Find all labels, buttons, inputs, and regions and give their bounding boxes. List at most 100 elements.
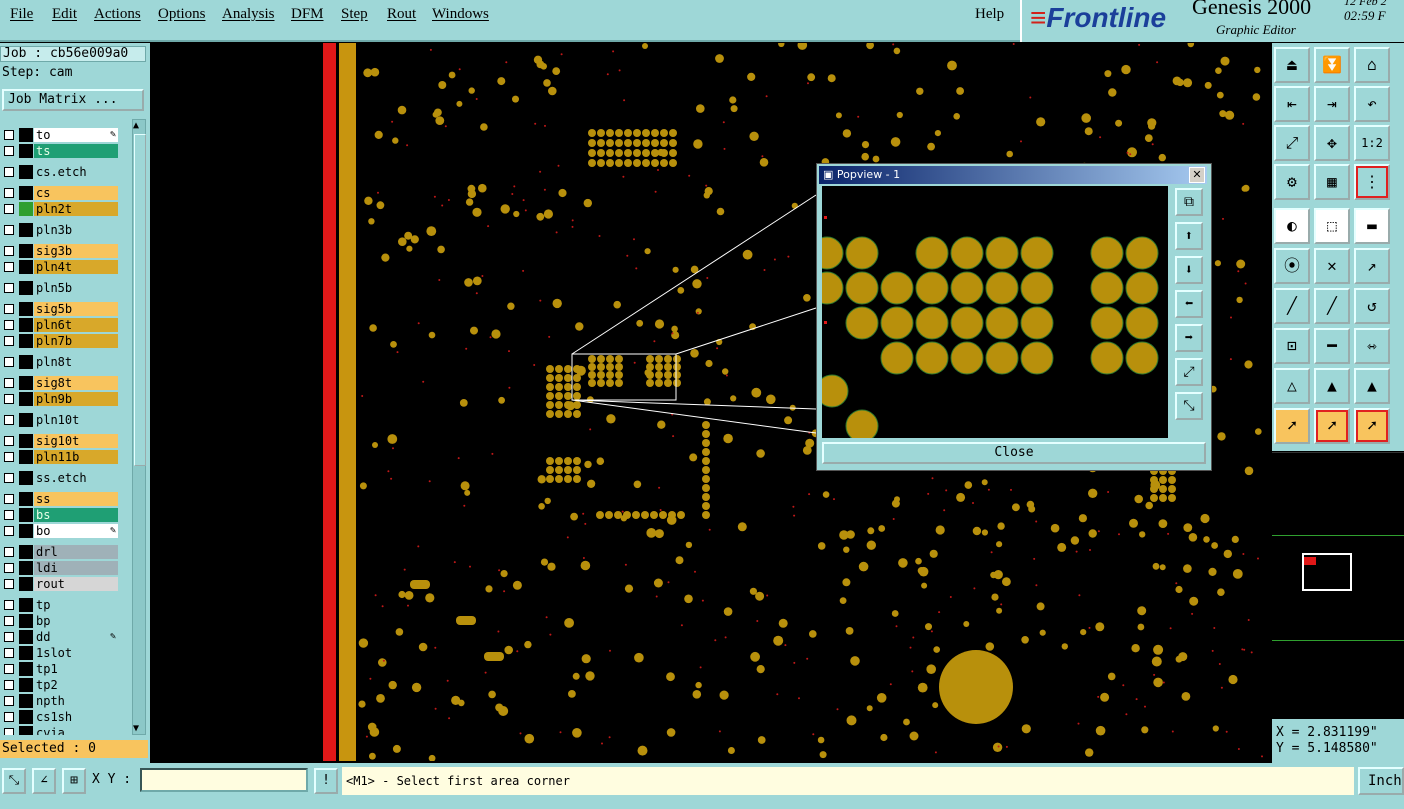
triangle-b-icon[interactable]: ▲ — [1354, 368, 1390, 404]
alert-button[interactable]: ! — [314, 768, 338, 794]
layer-name[interactable]: ss.etch — [34, 471, 118, 485]
layer-name[interactable]: bo ✎ — [34, 524, 118, 538]
layer-checkbox[interactable] — [4, 394, 14, 404]
layer-checkbox[interactable] — [4, 320, 14, 330]
menu-windows[interactable]: Windows — [432, 6, 489, 23]
layer-checkbox[interactable] — [4, 547, 14, 557]
layer-checkbox[interactable] — [4, 336, 14, 346]
node-icon[interactable]: ⦿ — [1274, 248, 1310, 284]
point-icon[interactable]: ↗ — [1354, 248, 1390, 284]
layer-name[interactable]: pln3b — [34, 223, 118, 237]
layer-row[interactable]: cvia — [0, 725, 120, 735]
layer-checkbox[interactable] — [4, 146, 14, 156]
layer-checkbox[interactable] — [4, 473, 14, 483]
layer-row[interactable]: sig3b — [0, 243, 120, 259]
menu-file[interactable]: File — [10, 6, 33, 23]
layer-checkbox[interactable] — [4, 415, 14, 425]
layer-row[interactable]: bp — [0, 613, 120, 629]
select-shield-icon[interactable]: ➚ — [1354, 408, 1390, 444]
menu-options[interactable]: Options — [158, 6, 206, 23]
pan-down-icon[interactable]: ⬇ — [1175, 256, 1203, 284]
layer-name[interactable]: ts — [34, 144, 118, 158]
measure-icon[interactable]: ∠ — [32, 768, 56, 794]
layer-checkbox[interactable] — [4, 188, 14, 198]
layer-row[interactable]: npth — [0, 693, 120, 709]
scroll-thumb[interactable] — [134, 134, 146, 466]
layer-row[interactable]: ldi — [0, 560, 120, 576]
layer-name[interactable]: ss — [34, 492, 118, 506]
layer-row[interactable]: cs1sh — [0, 709, 120, 725]
close-icon[interactable]: ✕ — [1189, 167, 1205, 183]
grid-icon[interactable]: ⊞ — [62, 768, 86, 794]
layer-name[interactable]: cs1sh — [34, 710, 118, 724]
zoom-out-icon[interactable]: ⤡ — [1175, 392, 1203, 420]
layer-row[interactable]: tp1 — [0, 661, 120, 677]
fit-view-icon[interactable]: ⧉ — [1175, 188, 1203, 216]
layer-checkbox[interactable] — [4, 378, 14, 388]
layer-name[interactable]: npth — [34, 694, 118, 708]
layer-row[interactable]: rout — [0, 576, 120, 592]
layer-row[interactable]: ts — [0, 143, 120, 159]
layer-checkbox[interactable] — [4, 262, 14, 272]
layer-checkbox[interactable] — [4, 696, 14, 706]
menu-actions[interactable]: Actions — [94, 6, 141, 23]
layer-name[interactable]: tp2 — [34, 678, 118, 692]
window-left-icon[interactable]: ⇤ — [1274, 86, 1310, 122]
layer-name[interactable]: sig10t — [34, 434, 118, 448]
scroll-down-icon[interactable]: ▼ — [133, 723, 139, 734]
layer-name[interactable]: pln6t — [34, 318, 118, 332]
units-button[interactable]: Inch — [1358, 767, 1404, 795]
layer-row[interactable]: ss.etch — [0, 470, 120, 486]
layer-checkbox[interactable] — [4, 130, 14, 140]
layer-name[interactable]: pln11b — [34, 450, 118, 464]
layer-checkbox[interactable] — [4, 436, 14, 446]
layer-row[interactable]: pln7b — [0, 333, 120, 349]
layer-checkbox[interactable] — [4, 632, 14, 642]
ruler-icon[interactable]: ▬ — [1354, 208, 1390, 244]
layer-name[interactable]: drl — [34, 545, 118, 559]
menu-edit[interactable]: Edit — [52, 6, 77, 23]
layer-row[interactable]: pln4t — [0, 259, 120, 275]
layer-name[interactable]: cs — [34, 186, 118, 200]
layer-row[interactable]: dd ✎ — [0, 629, 120, 645]
layer-row[interactable]: pln5b — [0, 280, 120, 296]
layer-checkbox[interactable] — [4, 167, 14, 177]
pad-icon[interactable]: ⊡ — [1274, 328, 1310, 364]
window-right-icon[interactable]: ⇥ — [1314, 86, 1350, 122]
tools-icon[interactable]: ⚙ — [1274, 164, 1310, 200]
layer-name[interactable]: tp1 — [34, 662, 118, 676]
layer-name[interactable]: dd ✎ — [34, 630, 118, 644]
layer-checkbox[interactable] — [4, 563, 14, 573]
home-up-icon[interactable]: ⏏ — [1274, 47, 1310, 83]
layer-name[interactable]: sig3b — [34, 244, 118, 258]
layer-checkbox[interactable] — [4, 579, 14, 589]
scroll-up-icon[interactable]: ▲ — [133, 120, 139, 131]
layer-checkbox[interactable] — [4, 712, 14, 722]
layer-row[interactable]: sig10t — [0, 433, 120, 449]
layer-row[interactable]: cs — [0, 185, 120, 201]
popview-titlebar[interactable]: ▣ Popview - 1 ✕ — [819, 166, 1207, 184]
select-icon[interactable]: ➚ — [1274, 408, 1310, 444]
menu-step[interactable]: Step — [341, 6, 368, 23]
fit-icon[interactable]: ⤢ — [1274, 125, 1310, 161]
layer-name[interactable]: pln2t — [34, 202, 118, 216]
layer-row[interactable]: pln6t — [0, 317, 120, 333]
layer-row[interactable]: to ✎ — [0, 127, 120, 143]
layer-checkbox[interactable] — [4, 494, 14, 504]
layer-checkbox[interactable] — [4, 204, 14, 214]
layer-checkbox[interactable] — [4, 664, 14, 674]
layer-name[interactable]: pln4t — [34, 260, 118, 274]
popview-close-button[interactable]: Close — [822, 442, 1206, 464]
triangle-a-icon[interactable]: ▲ — [1314, 368, 1350, 404]
pan-up-icon[interactable]: ⬆ — [1175, 222, 1203, 250]
dash-icon[interactable]: ━ — [1314, 328, 1350, 364]
layer-row[interactable]: ss — [0, 491, 120, 507]
layer-row[interactable]: bs — [0, 507, 120, 523]
arc-icon[interactable]: ↺ — [1354, 288, 1390, 324]
undo-view-icon[interactable]: ↶ — [1354, 86, 1390, 122]
layer-name[interactable]: sig5b — [34, 302, 118, 316]
layer-scrollbar[interactable]: ▲ ▼ — [132, 119, 146, 735]
triangle-icon[interactable]: △ — [1274, 368, 1310, 404]
layer-row[interactable]: cs.etch — [0, 164, 120, 180]
layer-name[interactable]: tp — [34, 598, 118, 612]
